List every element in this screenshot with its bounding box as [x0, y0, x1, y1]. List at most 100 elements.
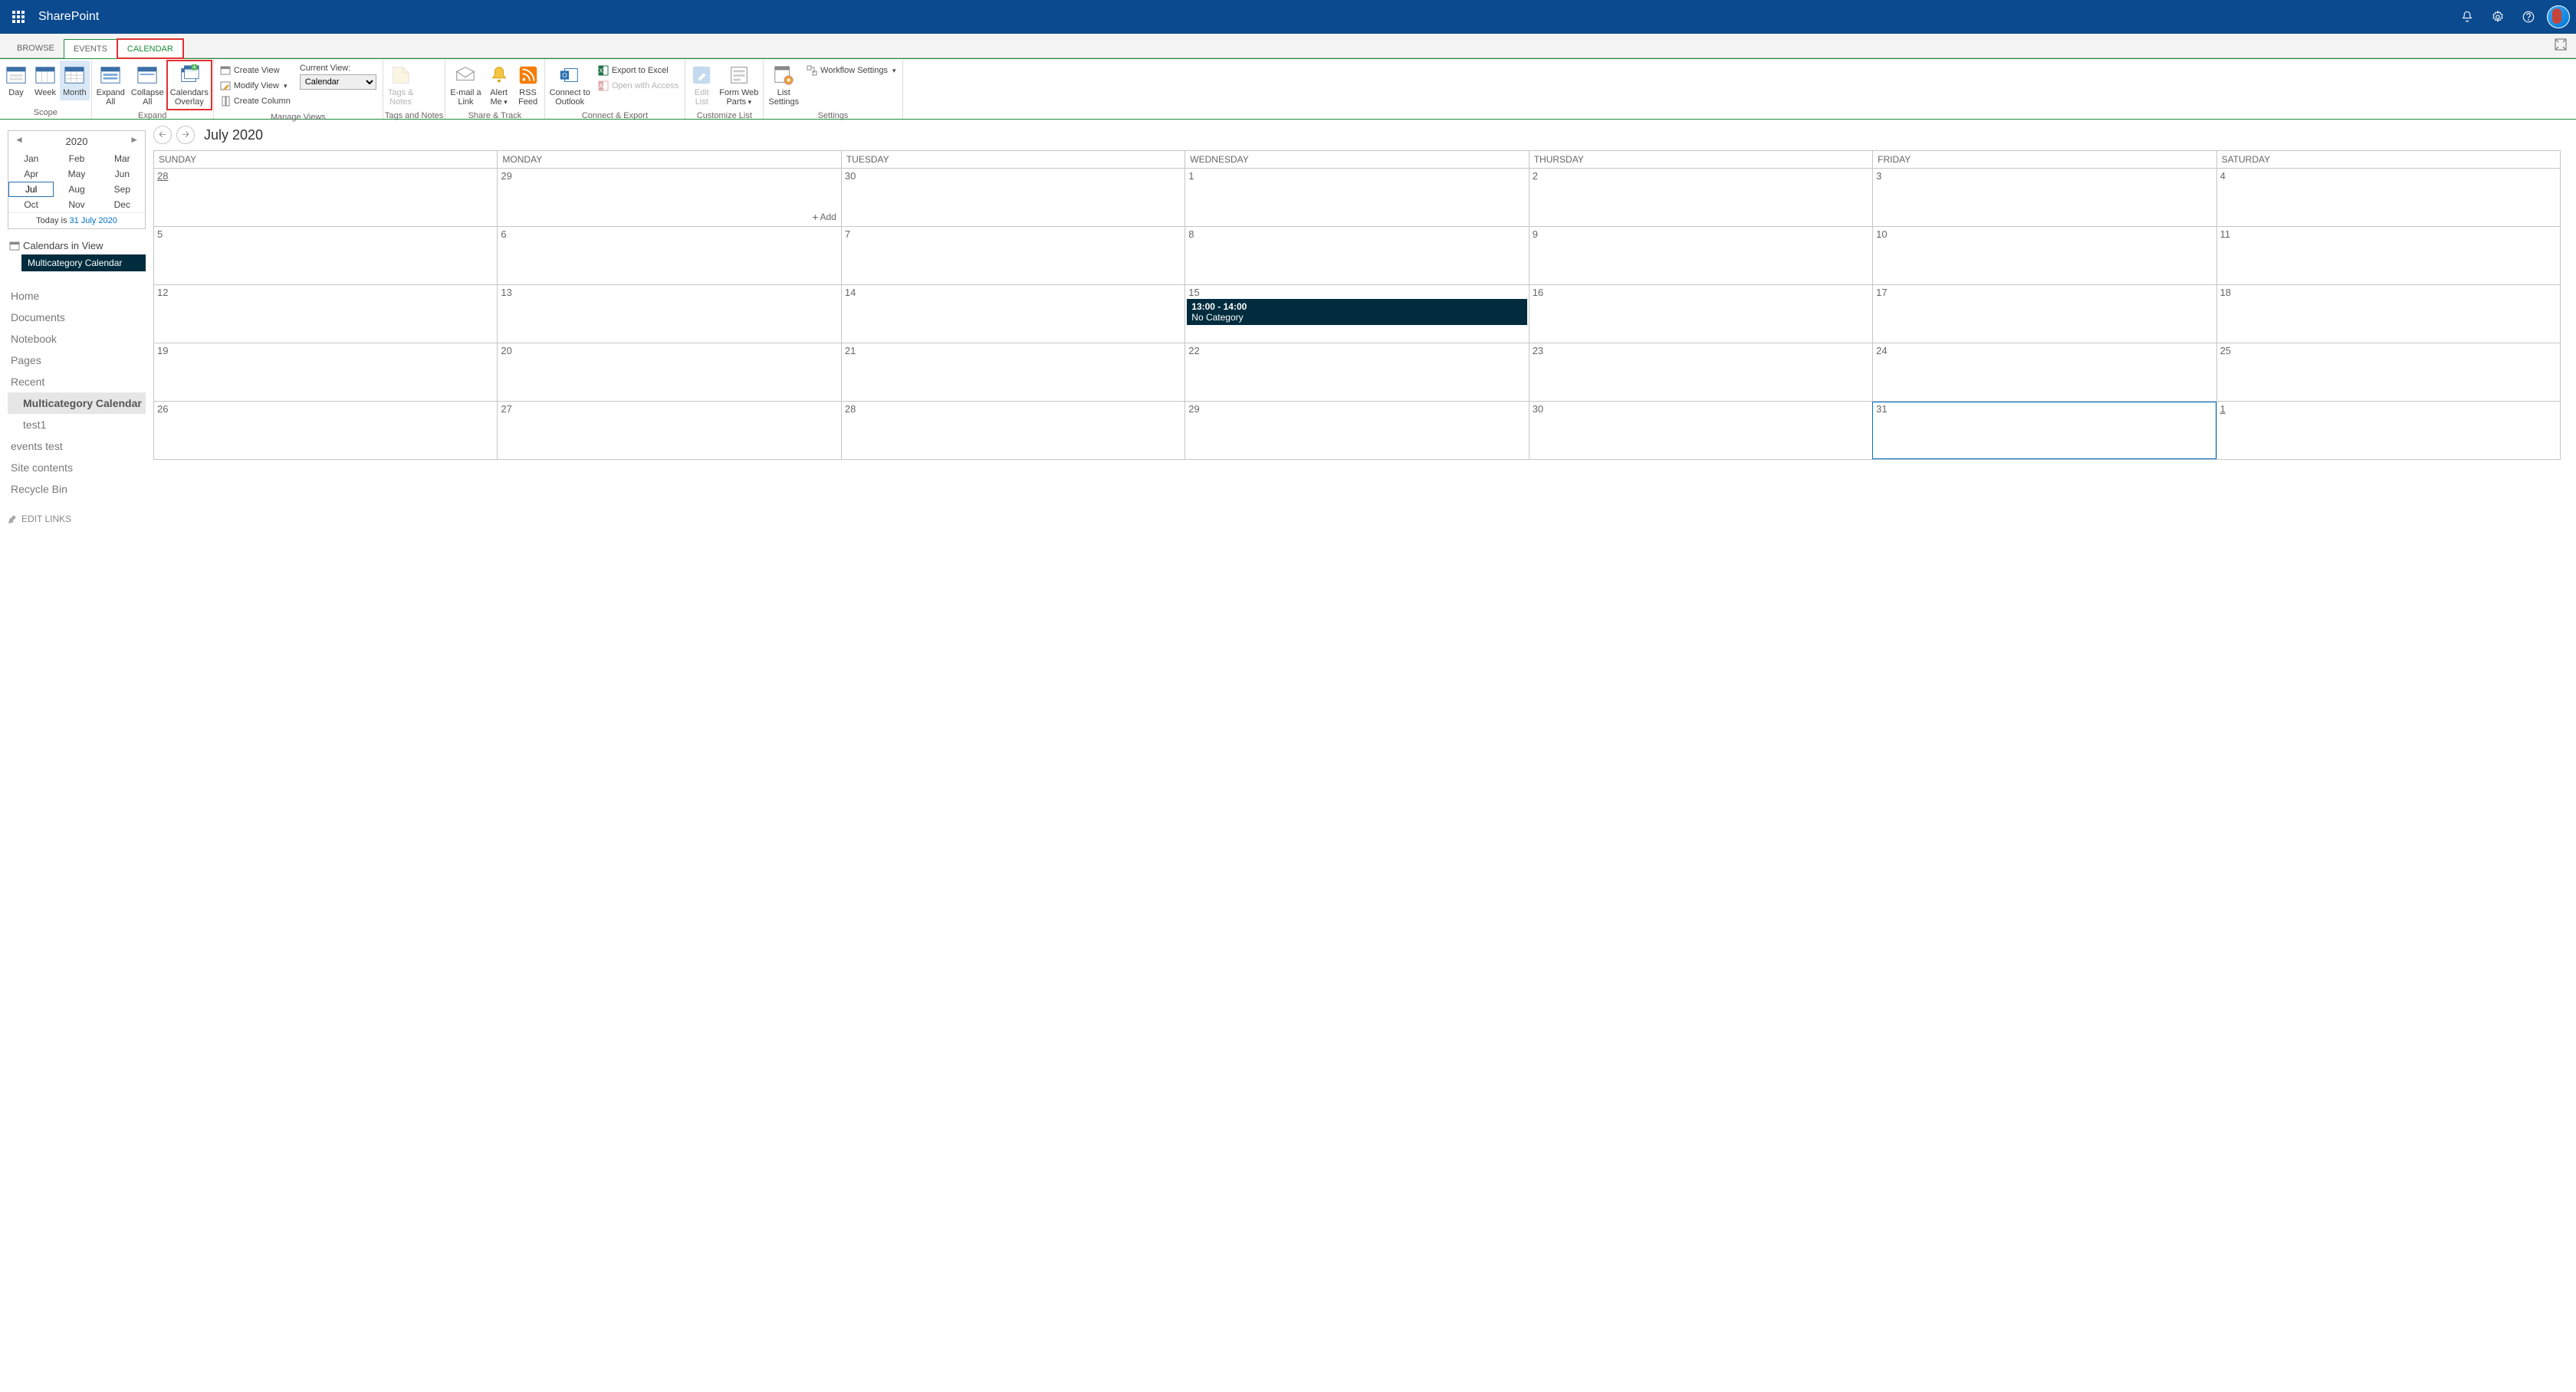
day-cell[interactable]: 16 — [1529, 285, 1872, 343]
day-cell[interactable]: 7 — [841, 227, 1184, 284]
day-cell[interactable]: 10 — [1872, 227, 2216, 284]
day-cell[interactable]: 12 — [153, 285, 497, 343]
day-cell[interactable]: 23 — [1529, 343, 1872, 401]
day-cell[interactable]: 6 — [497, 227, 840, 284]
day-cell[interactable]: 1 — [1184, 169, 1528, 226]
day-cell[interactable]: 14 — [841, 285, 1184, 343]
month-cell[interactable]: Jul — [8, 182, 54, 197]
collapse-all-button[interactable]: CollapseAll — [128, 61, 167, 110]
day-cell[interactable]: 1513:00 - 14:00No Category — [1184, 285, 1528, 343]
next-year-button[interactable]: ► — [125, 134, 143, 145]
month-cell[interactable]: May — [54, 166, 99, 182]
quick-launch-item[interactable]: Pages — [8, 350, 146, 371]
quick-launch-item[interactable]: Site contents — [8, 457, 146, 478]
calendar-event[interactable]: 13:00 - 14:00No Category — [1187, 299, 1526, 325]
prev-year-button[interactable]: ◄ — [10, 134, 28, 145]
prev-month-button[interactable]: 🡠 — [153, 126, 172, 144]
calendars-overlay-button[interactable]: + CalendarsOverlay — [167, 61, 212, 110]
month-cell[interactable]: Oct — [8, 197, 54, 212]
day-cell[interactable]: 29 — [1184, 402, 1528, 459]
month-cell[interactable]: Nov — [54, 197, 99, 212]
create-view-button[interactable]: Create View — [220, 64, 291, 77]
month-cell[interactable]: Apr — [8, 166, 54, 182]
day-cell[interactable]: 27 — [497, 402, 840, 459]
email-link-button[interactable]: E-mail aLink — [447, 61, 484, 110]
day-cell[interactable]: 2 — [1529, 169, 1872, 226]
tab-events[interactable]: EVENTS — [64, 39, 117, 58]
scope-day-button[interactable]: Day — [2, 61, 31, 100]
list-settings-button[interactable]: ListSettings — [765, 61, 802, 110]
help-icon[interactable] — [2513, 0, 2544, 34]
day-cell[interactable]: 11 — [2216, 227, 2560, 284]
focus-content-icon[interactable] — [2555, 38, 2567, 53]
month-cell[interactable]: Jun — [100, 166, 145, 182]
day-number: 17 — [1876, 287, 2213, 298]
day-cell[interactable]: 26 — [153, 402, 497, 459]
day-cell[interactable]: 31 — [1872, 402, 2216, 459]
day-cell[interactable]: 21 — [841, 343, 1184, 401]
month-cell[interactable]: Aug — [54, 182, 99, 197]
day-cell[interactable]: 29+ Add — [497, 169, 840, 226]
scope-week-button[interactable]: Week — [31, 61, 60, 100]
rss-feed-button[interactable]: RSSFeed — [514, 61, 543, 110]
calendars-in-view-toggle[interactable]: Calendars in View — [8, 237, 146, 254]
notifications-icon[interactable] — [2452, 0, 2482, 34]
day-cell[interactable]: 30 — [841, 169, 1184, 226]
day-cell[interactable]: 24 — [1872, 343, 2216, 401]
month-cell[interactable]: Mar — [100, 151, 145, 166]
expand-all-button[interactable]: ExpandAll — [94, 61, 128, 110]
day-cell[interactable]: 17 — [1872, 285, 2216, 343]
quick-launch-item[interactable]: Recent — [8, 371, 146, 392]
next-month-button[interactable]: 🡢 — [176, 126, 195, 144]
quick-launch-item[interactable]: Documents — [8, 307, 146, 328]
month-cell[interactable]: Jan — [8, 151, 54, 166]
quick-launch-item[interactable]: events test — [8, 435, 146, 457]
quick-launch-item[interactable]: Notebook — [8, 328, 146, 350]
add-event-link[interactable]: + Add — [812, 211, 836, 223]
edit-links-button[interactable]: EDIT LINKS — [8, 514, 146, 524]
create-column-button[interactable]: Create Column — [220, 94, 291, 108]
settings-icon[interactable] — [2482, 0, 2513, 34]
bell-icon — [488, 64, 511, 87]
day-cell[interactable]: 8 — [1184, 227, 1528, 284]
day-cell[interactable]: 13 — [497, 285, 840, 343]
day-cell[interactable]: 3 — [1872, 169, 2216, 226]
month-cell[interactable]: Dec — [100, 197, 145, 212]
day-cell[interactable]: 25 — [2216, 343, 2560, 401]
main-pane: 🡠 🡢 July 2020 SUNDAYMONDAYTUESDAYWEDNESD… — [153, 120, 2576, 1392]
suite-title[interactable]: SharePoint — [38, 10, 99, 24]
day-of-week-header: WEDNESDAY — [1184, 151, 1528, 168]
day-of-week-header: SATURDAY — [2216, 151, 2560, 168]
export-excel-button[interactable]: XExport to Excel — [598, 64, 678, 77]
alert-me-button[interactable]: AlertMe ▾ — [485, 61, 514, 110]
scope-month-button[interactable]: Month — [60, 61, 90, 100]
day-cell[interactable]: 1 — [2216, 402, 2560, 459]
day-cell[interactable]: 28 — [841, 402, 1184, 459]
tab-calendar[interactable]: CALENDAR — [117, 39, 183, 58]
day-cell[interactable]: 30 — [1529, 402, 1872, 459]
month-cell[interactable]: Feb — [54, 151, 99, 166]
quick-launch-item[interactable]: test1 — [8, 414, 146, 435]
day-cell[interactable]: 22 — [1184, 343, 1528, 401]
quick-launch-item[interactable]: Home — [8, 285, 146, 307]
day-cell[interactable]: 9 — [1529, 227, 1872, 284]
day-cell[interactable]: 20 — [497, 343, 840, 401]
day-cell[interactable]: 18 — [2216, 285, 2560, 343]
quick-launch-item[interactable]: Recycle Bin — [8, 478, 146, 500]
modify-view-button[interactable]: Modify View▾ — [220, 79, 291, 93]
day-cell[interactable]: 5 — [153, 227, 497, 284]
day-cell[interactable]: 19 — [153, 343, 497, 401]
day-cell[interactable]: 28 — [153, 169, 497, 226]
user-avatar[interactable] — [2547, 5, 2570, 28]
tab-browse[interactable]: BROWSE — [8, 39, 64, 57]
app-launcher-icon[interactable] — [6, 5, 31, 29]
form-web-parts-button[interactable]: Form WebParts ▾ — [716, 61, 761, 110]
current-view-select[interactable]: Calendar — [300, 74, 376, 90]
connect-outlook-button[interactable]: O Connect toOutlook — [547, 61, 593, 110]
day-cell[interactable]: 4 — [2216, 169, 2560, 226]
today-link[interactable]: Today is 31 July 2020 — [8, 212, 145, 228]
month-cell[interactable]: Sep — [100, 182, 145, 197]
calendar-overlay-item[interactable]: Multicategory Calendar — [21, 254, 146, 271]
workflow-settings-button[interactable]: Workflow Settings▾ — [807, 64, 895, 77]
quick-launch-item[interactable]: Multicategory Calendar — [8, 392, 146, 414]
